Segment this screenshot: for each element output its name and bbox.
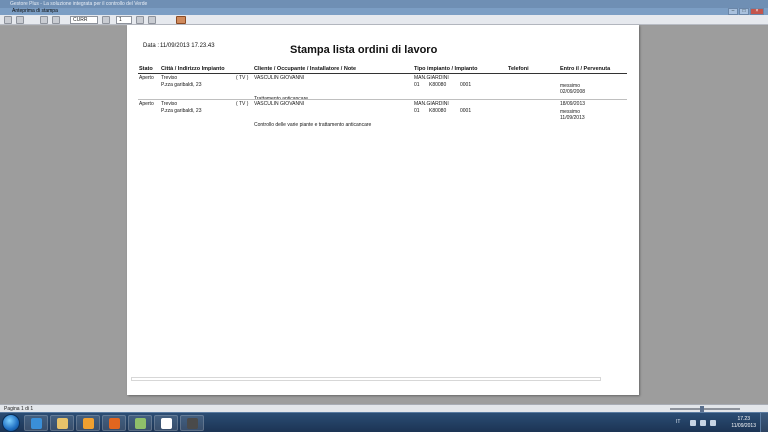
report-page: Data : 11/09/2013 17.23.43 Stampa lista …: [127, 25, 639, 395]
print-button[interactable]: [4, 16, 12, 24]
taskbar: IT 17.23 11/09/2013: [0, 412, 768, 432]
preview-window-title: Anteprima di stampa: [12, 8, 58, 14]
page-footer: [131, 377, 601, 385]
cell-pervenuta: 11/09/2013: [560, 115, 585, 121]
previous-page-button[interactable]: [102, 16, 110, 24]
network-icon[interactable]: [700, 420, 706, 426]
cell-citta: Treviso: [161, 75, 178, 81]
taskbar-button[interactable]: [128, 415, 152, 431]
system-tray: IT 17.23 11/09/2013: [676, 413, 768, 432]
next-page-button[interactable]: [136, 16, 144, 24]
last-page-button[interactable]: [148, 16, 156, 24]
header-divider: [138, 73, 627, 74]
file-explorer-icon: [56, 417, 68, 429]
column-header-tipo: Tipo impianto / Impianto: [414, 66, 478, 72]
language-indicator[interactable]: IT: [676, 419, 680, 425]
cell-impianto-a: 01: [414, 108, 420, 114]
minimize-button[interactable]: –: [728, 8, 738, 15]
multi-page-button[interactable]: [52, 16, 60, 24]
taskbar-button[interactable]: [50, 415, 74, 431]
cell-impianto-b: K80080: [429, 82, 447, 88]
taskbar-button[interactable]: [24, 415, 48, 431]
taskbar-button[interactable]: [102, 415, 126, 431]
cell-entro: 18/09/2013: [560, 101, 586, 107]
column-header-cliente: Cliente / Occupante / Installatore / Not…: [254, 66, 357, 72]
cell-impianto-a: 01: [414, 82, 420, 88]
one-page-button[interactable]: [40, 16, 48, 24]
gestore-plus-icon: [160, 417, 172, 429]
column-header-stato: Stato: [139, 66, 153, 72]
clock-date[interactable]: 11/09/2013: [731, 423, 756, 429]
cell-citta: Treviso: [161, 101, 178, 107]
cell-pervenuta: 02/09/2008: [560, 89, 586, 95]
app-title: Gestore Plus - La soluzione integrata pe…: [10, 1, 148, 7]
unknown-app-icon: [186, 417, 198, 429]
page-setup-button[interactable]: [16, 16, 24, 24]
firefox-icon: [108, 417, 120, 429]
cell-indirizzo: P.zza garibaldi, 23: [161, 82, 202, 88]
cell-impianto-b: K80080: [429, 108, 447, 114]
report-title: Stampa lista ordini di lavoro: [290, 44, 438, 56]
cell-indirizzo: P.zza garibaldi, 23: [161, 108, 202, 114]
close-window-button[interactable]: ×: [750, 8, 764, 15]
cell-provincia: ( TV ): [236, 101, 249, 107]
zoom-select[interactable]: CURR: [70, 16, 98, 24]
cell-stato: Aperto: [139, 75, 154, 81]
maximize-button[interactable]: □: [739, 8, 749, 15]
tray-arrow-icon[interactable]: [690, 420, 696, 426]
preview-toolbar: CURR: [0, 15, 768, 25]
report-date: 11/09/2013 17.23.43: [160, 43, 215, 49]
status-bar: Pagina 1 di 1: [0, 404, 768, 412]
page-number-input[interactable]: [116, 16, 132, 24]
clock-time[interactable]: 17.23: [737, 416, 750, 422]
column-header-telefoni: Telefoni: [508, 66, 529, 72]
taskbar-button[interactable]: [76, 415, 100, 431]
app-window-icon: [134, 417, 146, 429]
column-header-entro: Entro il / Pervenuta: [560, 66, 611, 72]
taskbar-button[interactable]: [154, 415, 178, 431]
close-preview-button[interactable]: [176, 16, 186, 24]
media-player-icon: [82, 417, 94, 429]
column-header-citta: Città / Indirizzo Impianto: [161, 66, 225, 72]
internet-explorer-icon: [30, 417, 42, 429]
cell-provincia: ( TV ): [236, 75, 249, 81]
footer-box: [131, 377, 601, 381]
cell-cliente: VASCULIN GIOVANNI: [254, 101, 305, 107]
volume-icon[interactable]: [710, 420, 716, 426]
cell-impianto-c: 0001: [460, 82, 472, 88]
show-desktop-button[interactable]: [760, 413, 768, 432]
app-title-bar: Gestore Plus - La soluzione integrata pe…: [0, 0, 768, 8]
start-button[interactable]: [2, 414, 20, 432]
window-controls: – □ ×: [728, 8, 764, 15]
preview-title-bar: Anteprima di stampa – □ ×: [0, 8, 768, 15]
taskbar-button[interactable]: [180, 415, 204, 431]
row-divider: [138, 99, 627, 100]
cell-cliente: VASCULIN GIOVANNI: [254, 75, 305, 81]
cell-stato: Aperto: [139, 101, 154, 107]
zoom-slider[interactable]: [670, 406, 740, 412]
cell-descrizione: Controllo delle varie piante e trattamen…: [254, 122, 372, 128]
cell-tipo-impianto: MAN.GIARDINI: [414, 75, 449, 81]
cell-tipo-impianto: MAN.GIARDINI: [414, 101, 449, 107]
report-date-label: Data :: [143, 43, 160, 49]
cell-impianto-c: 0001: [460, 108, 472, 114]
